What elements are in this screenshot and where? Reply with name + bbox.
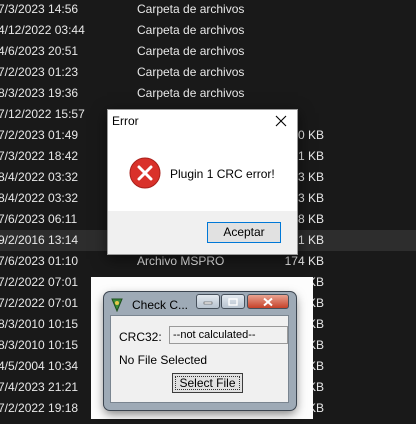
minimize-button[interactable] <box>196 294 220 309</box>
file-date: 9/2/2016 13:14 <box>0 233 79 247</box>
file-type: Carpeta de archivos <box>137 44 245 58</box>
file-row[interactable]: 4/12/2022 03:44 Carpeta de archivos <box>0 20 416 41</box>
crc-window-title: Check C... <box>132 298 189 312</box>
file-date: 7/6/2023 06:11 <box>0 212 78 226</box>
error-dialog: Error Plugin 1 CRC error! Aceptar <box>107 109 298 255</box>
file-type: Archivo MSPRO <box>137 254 225 268</box>
file-type: Carpeta de archivos <box>137 65 245 79</box>
file-date: 7/2/2022 07:01 <box>0 275 79 289</box>
crc32-label: CRC32: <box>119 330 162 344</box>
crc-window-client: CRC32: --not calculated-- No File Select… <box>110 315 289 403</box>
check-crc-window: Check C... CRC32: --not calculated-- No … <box>104 292 296 410</box>
error-dialog-title: Error <box>112 114 139 128</box>
select-file-button[interactable]: Select File <box>172 373 243 393</box>
error-icon <box>129 157 161 189</box>
file-date: 7/6/2023 01:10 <box>0 254 79 268</box>
file-date: 8/3/2010 10:15 <box>0 317 79 331</box>
file-date: 7/3/2022 18:42 <box>0 149 79 163</box>
file-type: Carpeta de archivos <box>137 2 245 16</box>
file-type: Carpeta de archivos <box>137 86 245 100</box>
file-date: 7/2/2023 01:23 <box>0 65 79 79</box>
error-message: Plugin 1 CRC error! <box>170 167 275 181</box>
file-size: 174 KB <box>284 254 324 268</box>
file-size: 1 KB <box>297 149 324 163</box>
file-status: No File Selected <box>119 353 208 367</box>
close-button[interactable] <box>247 294 289 309</box>
file-row[interactable]: 7/3/2023 14:56 Carpeta de archivos <box>0 0 416 20</box>
file-row[interactable]: 7/2/2023 01:23 Carpeta de archivos <box>0 62 416 83</box>
file-date: 7/3/2023 14:56 <box>0 2 79 16</box>
file-date: 8/3/2023 19:36 <box>0 86 79 100</box>
crc32-value-field: --not calculated-- <box>169 326 288 344</box>
error-dialog-titlebar[interactable]: Error <box>108 110 297 132</box>
file-row[interactable]: 4/6/2023 20:51 Carpeta de archivos <box>0 41 416 62</box>
file-date: 7/2/2022 07:01 <box>0 296 79 310</box>
file-date: 8/4/2022 03:32 <box>0 191 79 205</box>
accept-button[interactable]: Aceptar <box>207 222 281 243</box>
close-icon[interactable] <box>265 110 297 132</box>
file-type: Carpeta de archivos <box>137 23 245 37</box>
maximize-button[interactable] <box>221 294 245 309</box>
error-dialog-footer: Aceptar <box>108 211 297 254</box>
file-date: 4/5/2004 10:34 <box>0 359 79 373</box>
file-date: 4/6/2023 20:51 <box>0 44 79 58</box>
file-date: 8/3/2010 10:15 <box>0 338 79 352</box>
file-date: 4/12/2022 03:44 <box>0 23 85 37</box>
file-date: 7/4/2023 21:21 <box>0 380 79 394</box>
app-icon <box>110 298 124 313</box>
file-date: 7/2/2022 19:18 <box>0 401 79 415</box>
file-date: 8/4/2022 03:32 <box>0 170 79 184</box>
file-date: 7/2/2023 01:49 <box>0 128 79 142</box>
file-row[interactable]: 8/3/2023 19:36 Carpeta de archivos <box>0 83 416 104</box>
file-date: 7/12/2022 15:57 <box>0 107 85 121</box>
